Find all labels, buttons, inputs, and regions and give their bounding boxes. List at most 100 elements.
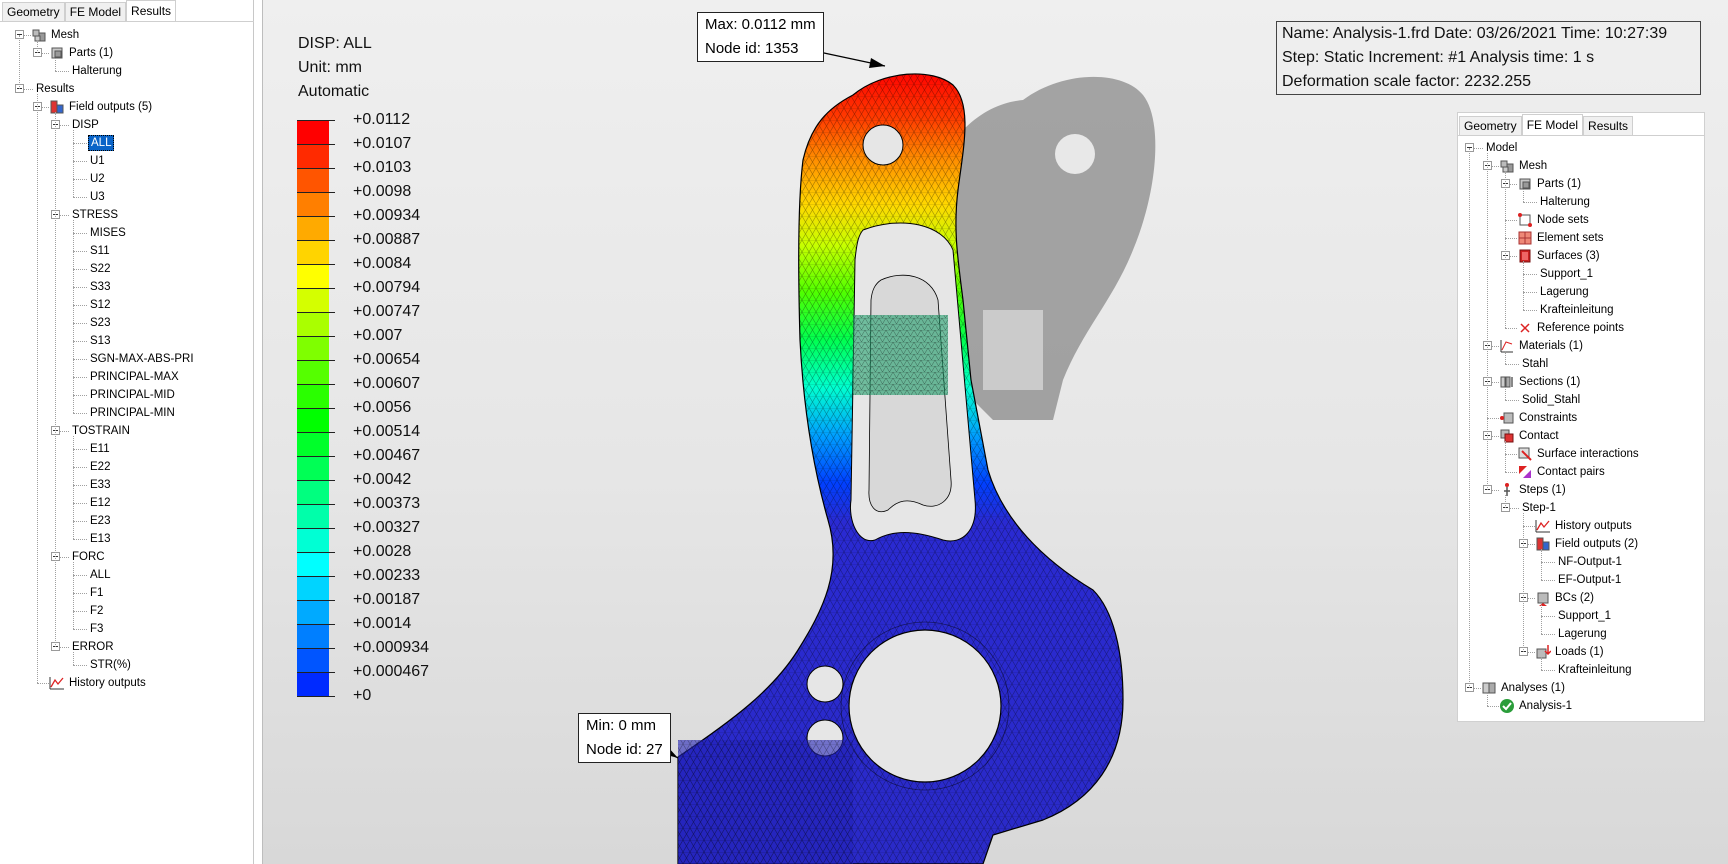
legend-value-label: +0.00373 (353, 495, 421, 512)
tab-results[interactable]: Results (1583, 116, 1634, 136)
tree-item-label: Krafteinleitung (1558, 664, 1632, 676)
node-sets-icon (1517, 212, 1533, 228)
tree-item-label: Surfaces (3) (1537, 250, 1600, 262)
tree-connector (73, 197, 87, 198)
parts-icon (49, 45, 65, 61)
tree-item-label: STRESS (72, 209, 119, 221)
tree-item-materials-1[interactable]: Materials (1) (1458, 337, 1704, 355)
tree-item-label: TOSTRAIN (72, 425, 130, 437)
tree-item-surfaces-3[interactable]: Surfaces (3) (1458, 247, 1704, 265)
tree-item-label: Results (36, 83, 75, 95)
tree-item-support-1[interactable]: Support_1 (1458, 265, 1704, 283)
tree-item-reference-points[interactable]: Reference points (1458, 319, 1704, 337)
tree-item-label: ERROR (72, 641, 114, 653)
tree-item-krafteinleitung[interactable]: Krafteinleitung (1458, 661, 1704, 679)
legend-tick (297, 648, 335, 649)
results-tree: Mesh Parts (1) Halterung Results Field outpu… (0, 26, 250, 706)
tree-item-sections-1[interactable]: Sections (1) (1458, 373, 1704, 391)
legend-value-label: +0 (353, 687, 372, 704)
tree-item-surface-interactions[interactable]: Surface interactions (1458, 445, 1704, 463)
tree-item-loads-1[interactable]: Loads (1) (1458, 643, 1704, 661)
tree-guide-line (1469, 148, 1470, 688)
tree-item-step-1[interactable]: Step-1 (1458, 499, 1704, 517)
analysis-ok-icon (1499, 698, 1515, 714)
tree-connector (37, 683, 49, 684)
tree-item-contact[interactable]: Contact (1458, 427, 1704, 445)
tree-item-solid-stahl[interactable]: Solid_Stahl (1458, 391, 1704, 409)
tree-item-label: MISES (90, 227, 126, 239)
tab-geometry[interactable]: Geometry (1459, 116, 1522, 136)
steps-icon (1499, 482, 1515, 498)
legend-color-band (297, 144, 329, 169)
tree-item-history-outputs[interactable]: History outputs (1458, 517, 1704, 535)
tree-item-label: History outputs (69, 677, 146, 689)
tree-item-lagerung[interactable]: Lagerung (1458, 283, 1704, 301)
sections-icon (1499, 374, 1515, 390)
tree-guide-line (1505, 351, 1506, 364)
tree-item-contact-pairs[interactable]: Contact pairs (1458, 463, 1704, 481)
tree-item-label: History outputs (1555, 520, 1632, 532)
tree-connector (1541, 562, 1555, 563)
tree-item-steps-1[interactable]: Steps (1) (1458, 481, 1704, 499)
tree-guide-line (19, 35, 20, 89)
tree-item-analyses-1[interactable]: Analyses (1) (1458, 679, 1704, 697)
legend-tick (297, 456, 335, 457)
legend-value-label: +0.0107 (353, 135, 412, 152)
tree-item-mesh[interactable]: Mesh (1458, 157, 1704, 175)
tree-guide-line (55, 58, 56, 71)
min-value: Min: 0 mm (586, 717, 657, 734)
tab-fe-model[interactable]: FE Model (64, 2, 127, 22)
tree-item-label: Analyses (1) (1501, 682, 1565, 694)
tree-item-halterung[interactable]: Halterung (1458, 193, 1704, 211)
tree-connector (1505, 400, 1519, 401)
analysis-info-box: Name: Analysis-1.frd Date: 03/26/2021 Ti… (1276, 21, 1701, 95)
tree-item-stahl[interactable]: Stahl (1458, 355, 1704, 373)
tree-connector (1541, 616, 1555, 617)
tree-item-nf-output-1[interactable]: NF-Output-1 (1458, 553, 1704, 571)
tree-connector (73, 413, 87, 414)
tree-guide-line (37, 94, 38, 683)
tree-guide-line (1541, 657, 1542, 670)
mesh-icon (1499, 158, 1515, 174)
tree-item-bcs-2[interactable]: BCs (2) (1458, 589, 1704, 607)
legend-color-band (297, 576, 329, 601)
tree-item-halterung[interactable]: Halterung (0, 62, 250, 80)
legend-tick (297, 240, 335, 241)
tree-item-label: PRINCIPAL-MID (90, 389, 175, 401)
tree-connector (55, 71, 69, 72)
tree-item-label: Contact (1519, 430, 1559, 442)
tree-item-field-outputs-2[interactable]: Field outputs (2) (1458, 535, 1704, 553)
tree-guide-line (1505, 171, 1506, 328)
history-outputs-icon (1535, 518, 1551, 534)
tree-item-node-sets[interactable]: Node sets (1458, 211, 1704, 229)
tree-item-constraints[interactable]: Constraints (1458, 409, 1704, 427)
tree-item-ef-output-1[interactable]: EF-Output-1 (1458, 571, 1704, 589)
tree-item-element-sets[interactable]: Element sets (1458, 229, 1704, 247)
tree-guide-line (73, 652, 74, 665)
legend-tick (297, 288, 335, 289)
tree-item-model[interactable]: Model (1458, 139, 1704, 157)
tree-item-parts-1[interactable]: Parts (1) (1458, 175, 1704, 193)
legend-color-band (297, 456, 329, 481)
tree-item-krafteinleitung[interactable]: Krafteinleitung (1458, 301, 1704, 319)
legend-color-band (297, 192, 329, 217)
tree-item-label: Loads (1) (1555, 646, 1604, 658)
tree-item-analysis-1[interactable]: Analysis-1 (1458, 697, 1704, 715)
legend-tick (297, 216, 335, 217)
tree-item-lagerung[interactable]: Lagerung (1458, 625, 1704, 643)
legend-value-label: +0.0014 (353, 615, 412, 632)
tab-geometry[interactable]: Geometry (2, 2, 65, 22)
tree-guide-line (1505, 387, 1506, 400)
tree-guide-line (1487, 153, 1488, 490)
tab-fe-model[interactable]: FE Model (1521, 114, 1584, 136)
divider (0, 21, 254, 22)
legend-color-band (297, 672, 329, 697)
legend-header: DISP: ALL Unit: mm Automatic (298, 32, 372, 104)
tab-results[interactable]: Results (126, 0, 177, 22)
tree-connector (73, 485, 87, 486)
legend-value-label: +0.00467 (353, 447, 421, 464)
tree-item-support-1[interactable]: Support_1 (1458, 607, 1704, 625)
fe-model-tree: Model Mesh Parts (1) Halterung Node sets Elem… (1458, 139, 1704, 719)
tree-connector (1505, 238, 1517, 239)
info-line-1: Name: Analysis-1.frd Date: 03/26/2021 Ti… (1282, 25, 1668, 42)
